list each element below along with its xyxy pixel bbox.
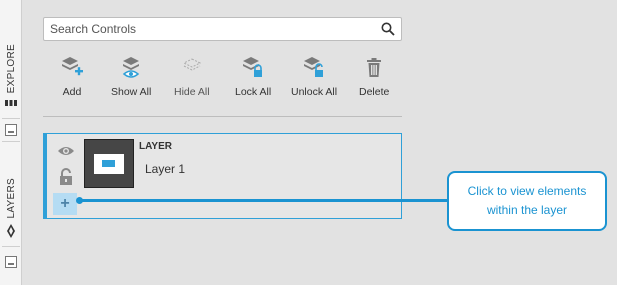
callout-connector-line: [80, 199, 449, 202]
layer-visibility-toggle[interactable]: [57, 142, 75, 160]
search-icon[interactable]: [381, 22, 395, 36]
unlock-all-label: Unlock All: [291, 86, 338, 98]
tab-explore[interactable]: EXPLORE: [0, 0, 22, 112]
layers-collapse-button[interactable]: [5, 256, 17, 268]
layer-thumbnail-preview: [94, 153, 124, 174]
side-separator: [2, 118, 20, 119]
lock-all-label: Lock All: [235, 86, 272, 98]
hide-all-icon: [182, 58, 201, 71]
delete-button[interactable]: Delete: [359, 52, 389, 98]
search-input[interactable]: [50, 22, 381, 36]
unlock-icon: [60, 168, 72, 185]
tab-explore-label: EXPLORE: [5, 43, 17, 93]
unlock-all-icon: [304, 57, 324, 77]
layer-toolbar: Add Show All Hide All Lock All Unlock Al…: [43, 52, 402, 102]
layer-item[interactable]: + LAYER Layer 1: [43, 133, 402, 219]
add-button[interactable]: Add: [59, 52, 85, 98]
layer-lock-toggle[interactable]: [57, 168, 75, 186]
layers-icon: [7, 224, 15, 238]
search-box: [43, 17, 402, 41]
tab-layers-label: LAYERS: [5, 178, 17, 219]
delete-label: Delete: [359, 86, 390, 98]
side-tab-strip: EXPLORE LAYERS: [0, 0, 22, 285]
add-label: Add: [62, 86, 82, 98]
callout-text: Click to view elements within the layer: [467, 184, 587, 217]
tab-layers[interactable]: LAYERS: [0, 140, 22, 240]
layer-type-label: LAYER: [139, 141, 172, 152]
delete-icon: [367, 58, 382, 77]
layer-expand-button[interactable]: +: [53, 193, 77, 215]
unlock-all-button[interactable]: Unlock All: [291, 52, 337, 98]
visibility-eye-icon: [58, 147, 74, 155]
layer-name: Layer 1: [145, 162, 186, 176]
lock-all-icon: [243, 57, 263, 77]
plus-icon: +: [60, 195, 70, 212]
show-all-icon: [122, 57, 140, 78]
hide-all-label: Hide All: [174, 86, 210, 98]
show-all-button[interactable]: Show All: [111, 52, 151, 98]
toolbar-divider: [43, 116, 402, 117]
add-layer-icon: [62, 57, 83, 76]
explore-icon: [5, 100, 17, 106]
layer-thumbnail: [84, 139, 134, 188]
callout-tooltip: Click to view elements within the layer: [447, 171, 607, 231]
side-separator: [2, 246, 20, 247]
show-all-label: Show All: [111, 86, 152, 98]
lock-all-button[interactable]: Lock All: [235, 52, 271, 98]
layer-selected-accent: [44, 134, 47, 218]
callout-connector-dot: [76, 197, 83, 204]
hide-all-button[interactable]: Hide All: [174, 52, 210, 98]
explore-collapse-button[interactable]: [5, 124, 17, 136]
